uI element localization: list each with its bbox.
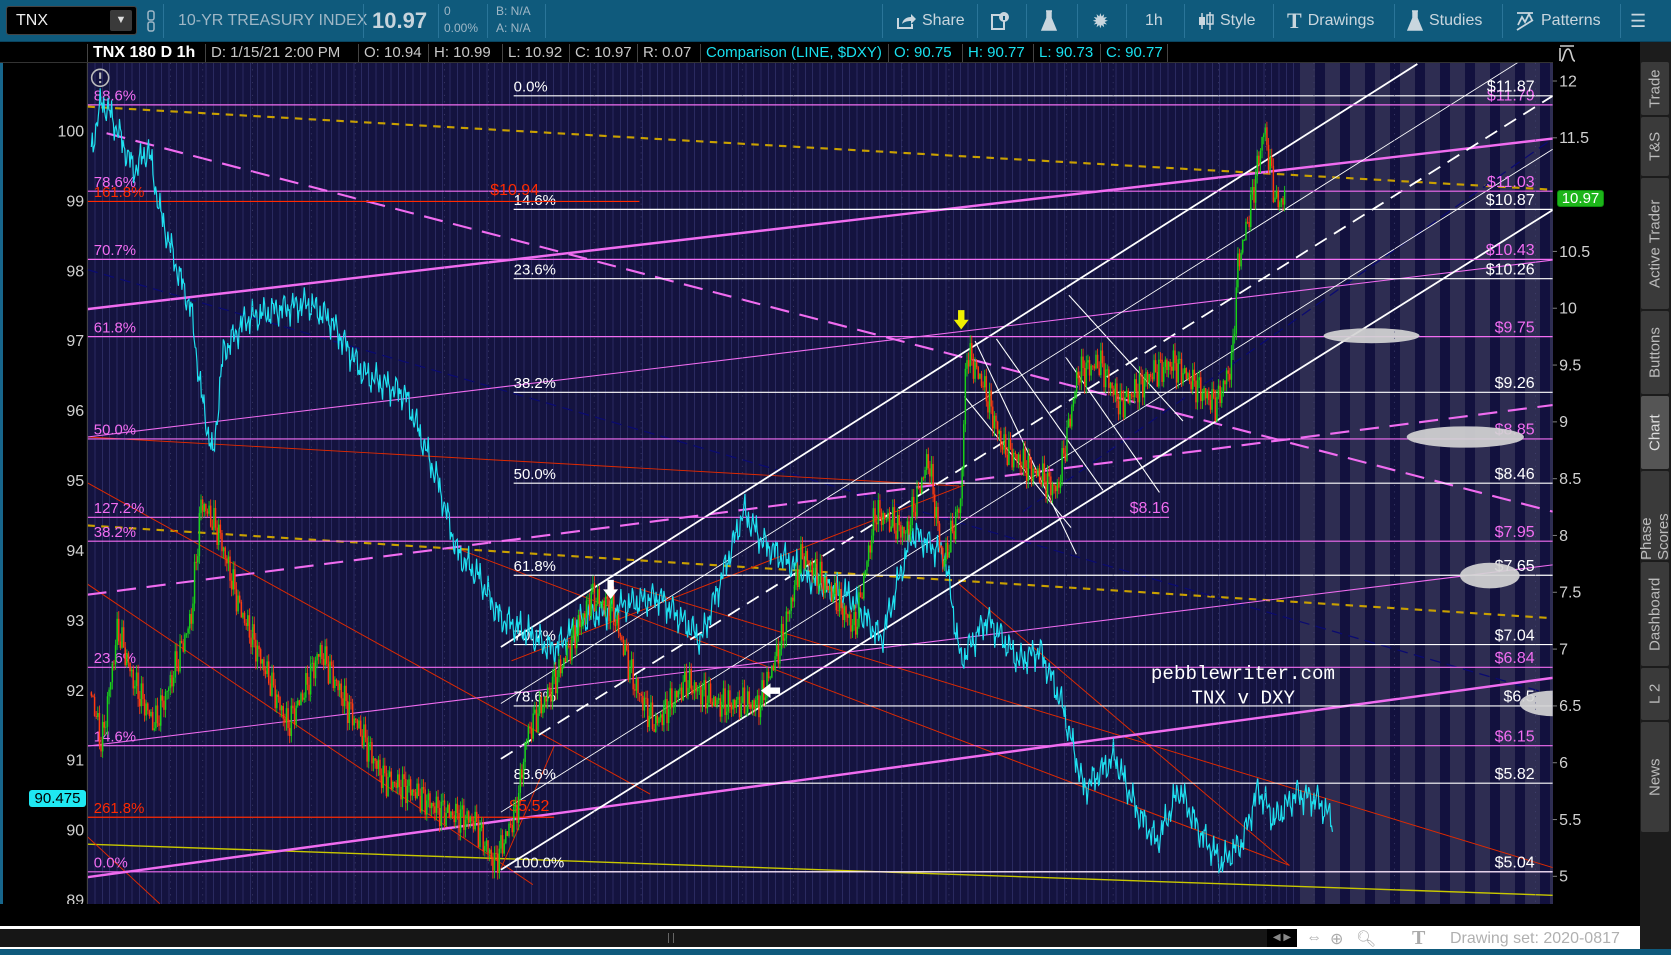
timeframe-button[interactable]: 1h [1145, 8, 1163, 34]
scroll-arrows[interactable]: ◀ ▶ [1267, 929, 1297, 947]
studies-button[interactable]: Studies [1407, 8, 1482, 34]
chart-symbol-info: TNX 180 D 1h [87, 44, 195, 62]
symbol-value: TNX [16, 12, 48, 29]
pan-icon[interactable]: ⇔ [1306, 929, 1322, 947]
future-expansion-area [1300, 63, 1553, 904]
symbol-dropdown-button[interactable]: ▼ [110, 10, 132, 31]
style-button[interactable]: Style [1198, 8, 1256, 34]
timeframe-label: 1h [1145, 12, 1163, 29]
link-icon[interactable] [146, 10, 156, 37]
comparison-axis-label: 100 [58, 123, 85, 140]
comparison-label[interactable]: Comparison (LINE, $DXY) [700, 44, 882, 62]
right-sidebar: Trade T&S Active Trader Buttons Chart Phase S… [1638, 42, 1671, 949]
patterns-label: Patterns [1541, 12, 1601, 29]
chart-header: TNX 180 D 1h D: 1/15/21 2:00 PM O: 10.94… [0, 42, 1553, 63]
zoom-in-icon[interactable]: 🔍︎ [1356, 929, 1376, 949]
share-icon [897, 14, 916, 29]
bar-low: L: 10.92 [502, 44, 562, 62]
info-page-icon [991, 12, 1009, 30]
comparison-close: C: 90.77 [1100, 44, 1168, 62]
instrument-description: 10-YR TREASURY INDEX [178, 12, 368, 29]
bar-close: C: 10.97 [569, 44, 632, 62]
flask-button[interactable] [1041, 8, 1057, 34]
comparison-axis-label: 99 [66, 193, 84, 210]
bar-date: D: 1/15/21 2:00 PM [205, 44, 340, 62]
style-label: Style [1220, 12, 1256, 29]
comparison-axis-label: 97 [66, 333, 84, 350]
window-footer [0, 949, 1671, 955]
price-axis[interactable] [1553, 42, 1641, 926]
comparison-low: L: 90.73 [1033, 44, 1093, 62]
gear-icon: ✹ [1092, 10, 1109, 33]
comparison-axis-label: 95 [66, 473, 84, 490]
net-change: 0 [444, 4, 451, 18]
comparison-axis-label: 98 [66, 263, 84, 280]
bar-high: H: 10.99 [428, 44, 491, 62]
toolbar: TNX ▼ 10-YR TREASURY INDEX 10.97 0 0.00%… [0, 0, 1671, 42]
bar-range: R: 0.07 [637, 44, 691, 62]
last-price-badge: 10.97 [1557, 190, 1604, 207]
symbol-input[interactable]: TNX ▼ [6, 6, 137, 35]
chart-scrollbar[interactable]: ◀ ▶ [0, 929, 1297, 947]
comparison-axis-label: 91 [66, 753, 84, 770]
net-change-percent: 0.00% [444, 21, 479, 35]
crosshair-icon[interactable]: ⊕ [1330, 929, 1343, 949]
sidebar-tab-buttons[interactable]: Buttons [1641, 311, 1669, 394]
menu-button[interactable]: ☰ [1630, 8, 1646, 34]
patterns-button[interactable]: Patterns [1515, 8, 1601, 34]
bar-open: O: 10.94 [358, 44, 422, 62]
scroll-thumb[interactable] [668, 933, 674, 943]
studies-label: Studies [1429, 12, 1483, 29]
drawings-label: Drawings [1307, 12, 1375, 29]
flask-icon [1407, 10, 1423, 31]
flask-icon [1041, 10, 1057, 31]
patterns-icon [1516, 11, 1534, 31]
candle-icon [1199, 12, 1214, 30]
info-button[interactable] [990, 8, 1010, 34]
text-tool-icon[interactable]: T [1412, 927, 1425, 950]
sidebar-tab-t-s[interactable]: T&S [1641, 117, 1669, 176]
sidebar-tab-news[interactable]: News [1641, 722, 1669, 832]
drawings-button[interactable]: T Drawings [1287, 8, 1374, 34]
comparison-axis-label: 96 [66, 403, 84, 420]
sidebar-tab-l-2[interactable]: L 2 [1641, 668, 1669, 720]
settings-button[interactable]: ✹ [1092, 8, 1109, 34]
time-axis[interactable] [0, 904, 1553, 926]
sidebar-tab-active-trader[interactable]: Active Trader [1641, 178, 1669, 309]
sidebar-tab-chart[interactable]: Chart [1641, 396, 1669, 469]
comparison-price-badge: 90.475 [29, 790, 86, 807]
text-tool-icon: T [1287, 8, 1302, 33]
comparison-high: H: 90.77 [962, 44, 1025, 62]
comparison-axis-label: 92 [66, 683, 84, 700]
window-edge [0, 42, 3, 949]
share-label: Share [922, 12, 965, 29]
comparison-open: O: 90.75 [888, 44, 952, 62]
last-price: 10.97 [372, 8, 428, 33]
bid-price: B: N/A [496, 4, 531, 18]
sidebar-tab-dashboard[interactable]: Dashboard [1641, 562, 1669, 666]
study-settings-icon[interactable] [1558, 44, 1580, 62]
ask-price: A: N/A [496, 21, 531, 35]
list-menu-icon: ☰ [1630, 10, 1647, 31]
comparison-axis-label: 90 [66, 823, 84, 840]
sidebar-tab-phase-scores[interactable]: Phase Scores [1638, 471, 1671, 560]
comparison-axis-label: 93 [66, 613, 84, 630]
share-button[interactable]: Share [896, 8, 965, 34]
drawing-set-label[interactable]: Drawing set: 2020-0817 [1450, 930, 1620, 948]
sidebar-tab-trade[interactable]: Trade [1641, 62, 1669, 115]
comparison-axis-label: 94 [66, 543, 84, 560]
